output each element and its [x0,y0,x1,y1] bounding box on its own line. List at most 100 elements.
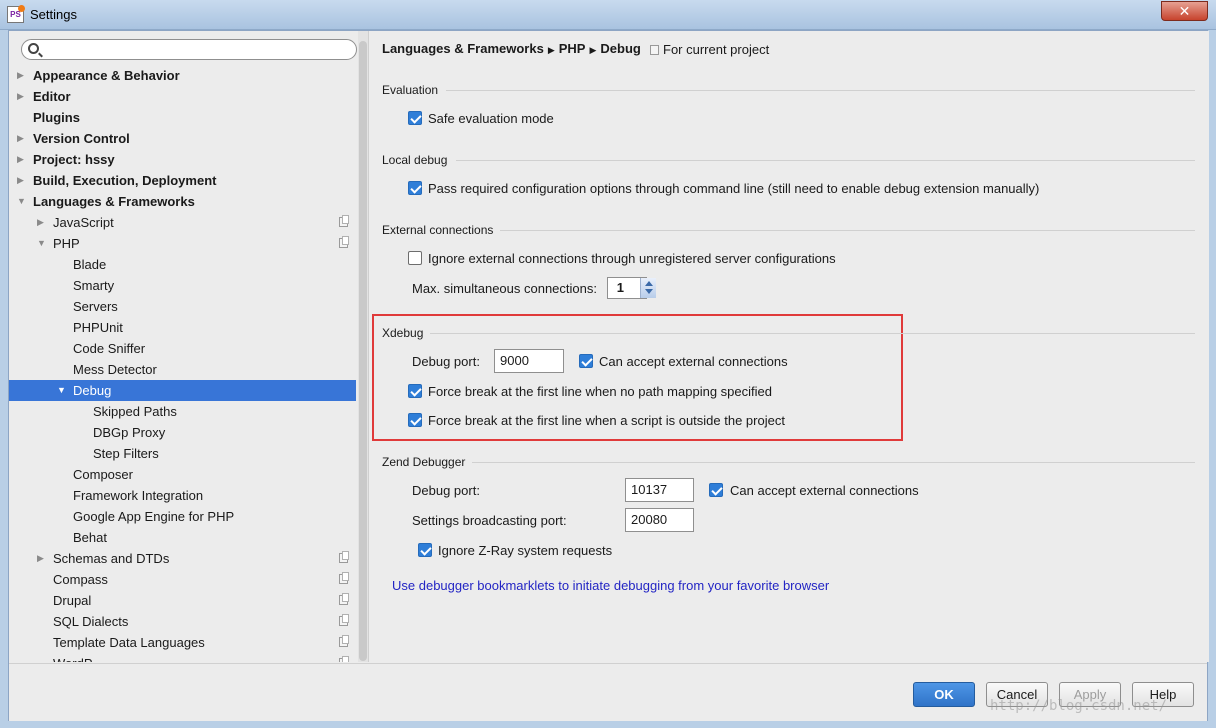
tree-item[interactable]: Blade [9,254,356,275]
xdebug-port-input[interactable]: 9000 [494,349,564,373]
tree-item[interactable]: Compass [9,569,356,590]
debug-settings-panel: Languages & Frameworks ▶ PHP ▶ Debug For cur… [370,31,1209,662]
spinner-arrows-icon[interactable] [640,278,656,298]
close-button[interactable]: ✕ [1161,1,1208,21]
ok-button[interactable]: OK [913,682,975,707]
ignore-external-checkbox[interactable] [408,251,422,265]
tree-item[interactable]: Google App Engine for PHP [9,506,356,527]
tree-item[interactable]: Template Data Languages [9,632,356,653]
tree-item[interactable]: Mess Detector [9,359,356,380]
zend-port-input[interactable]: 10137 [625,478,694,502]
tree-scrollbar-thumb[interactable] [359,41,367,661]
tree-item-label: Plugins [33,110,80,125]
tree-item[interactable]: Plugins [9,107,356,128]
tree-item-label: WordP [53,653,93,662]
project-scope-label: For current project [663,42,770,57]
tree-item-label: Build, Execution, Deployment [33,173,217,188]
expanded-arrow-icon[interactable]: ▼ [57,380,67,401]
collapsed-arrow-icon[interactable]: ▶ [17,149,27,170]
tree-item-label: Appearance & Behavior [33,68,180,83]
xdebug-port-label: Debug port: [412,354,480,369]
zray-label: Ignore Z-Ray system requests [438,543,613,558]
tree-item[interactable]: ▶ JavaScript [9,212,356,233]
tree-item[interactable]: ▼ PHP [9,233,356,254]
force-break-outside-checkbox[interactable] [408,413,422,427]
tree-item-label: Composer [73,467,133,482]
title-bar[interactable]: PS Settings ✕ [0,0,1216,30]
window-title: Settings [30,7,77,22]
collapsed-arrow-icon[interactable]: ▶ [17,86,27,107]
tree-item[interactable]: SQL Dialects [9,611,356,632]
project-level-icon [339,635,349,647]
bookmarklets-link[interactable]: Use debugger bookmarklets to initiate de… [392,578,829,593]
breadcrumb: Languages & Frameworks ▶ PHP ▶ Debug [382,41,641,56]
tree-item-label: Behat [73,530,107,545]
tree-item[interactable]: Drupal [9,590,356,611]
tree-item-label: PHP [53,236,80,251]
zend-accept-checkbox[interactable] [709,483,723,497]
evaluation-title: Evaluation [382,83,439,97]
broadcast-port-input[interactable]: 20080 [625,508,694,532]
tree-item[interactable]: Code Sniffer [9,338,356,359]
tree-item-label: Framework Integration [73,488,204,503]
project-level-icon [339,593,349,605]
tree-item[interactable]: WordP [9,653,356,662]
breadcrumb-separator: ▶ [547,45,555,55]
divider [430,333,1195,334]
watermark: http://blog.csdn.net/ [990,698,1168,714]
tree-item-label: Schemas and DTDs [53,551,170,566]
tree-item[interactable]: Composer [9,464,356,485]
safe-evaluation-label: Safe evaluation mode [428,111,554,126]
local-debug-title: Local debug [382,153,448,167]
tree-item[interactable]: ▼ Debug [9,380,356,401]
tree-item[interactable]: Servers [9,296,356,317]
tree-item[interactable]: Step Filters [9,443,356,464]
xdebug-title: Xdebug [382,326,424,340]
collapsed-arrow-icon[interactable]: ▶ [37,548,47,569]
tree-item[interactable]: Behat [9,527,356,548]
tree-item[interactable]: Smarty [9,275,356,296]
tree-item-label: Mess Detector [73,362,157,377]
tree-item[interactable]: Skipped Paths [9,401,356,422]
collapsed-arrow-icon[interactable]: ▶ [37,212,47,233]
tree-item[interactable]: ▶ Build, Execution, Deployment [9,170,356,191]
tree-item[interactable]: Framework Integration [9,485,356,506]
tree-item-label: Blade [73,257,107,272]
divider [456,160,1195,161]
tree-item[interactable]: ▼ Languages & Frameworks [9,191,356,212]
collapsed-arrow-icon[interactable]: ▶ [17,65,27,86]
expanded-arrow-icon[interactable]: ▼ [37,233,47,254]
tree-item-label: Editor [33,89,71,104]
tree-item[interactable]: PHPUnit [9,317,356,338]
project-scope-icon [650,45,659,55]
tree-item[interactable]: ▶ Version Control [9,128,356,149]
search-box[interactable] [21,39,357,60]
collapsed-arrow-icon[interactable]: ▶ [17,128,27,149]
breadcrumb-debug: Debug [600,41,641,56]
divider [446,90,1195,91]
tree-item[interactable]: ▶ Schemas and DTDs [9,548,356,569]
zray-checkbox[interactable] [418,543,432,557]
tree-item[interactable]: ▶ Appearance & Behavior [9,65,356,86]
max-connections-label: Max. simultaneous connections: [412,281,597,296]
settings-tree-panel: ▶ Appearance & Behavior ▶ Editor Plugins ▶ Ver… [9,31,369,662]
tree-item-label: Servers [73,299,118,314]
pass-options-checkbox[interactable] [408,181,422,195]
xdebug-accept-checkbox[interactable] [579,354,593,368]
settings-tree: ▶ Appearance & Behavior ▶ Editor Plugins ▶ Ver… [9,65,356,662]
tree-item-label: Version Control [33,131,130,146]
tree-item-label: Template Data Languages [53,635,205,650]
collapsed-arrow-icon[interactable]: ▶ [17,170,27,191]
search-input[interactable] [44,41,344,58]
tree-item[interactable]: DBGp Proxy [9,422,356,443]
safe-evaluation-checkbox[interactable] [408,111,422,125]
tree-item[interactable]: ▶ Editor [9,86,356,107]
expanded-arrow-icon[interactable]: ▼ [17,191,27,212]
force-break-outside-label: Force break at the first line when a scr… [428,413,785,428]
xdebug-accept-label: Can accept external connections [599,354,788,369]
tree-item-label: Smarty [73,278,115,293]
tree-item[interactable]: ▶ Project: hssy [9,149,356,170]
tree-item-label: Skipped Paths [93,404,177,419]
divider [500,230,1195,231]
force-break-no-mapping-checkbox[interactable] [408,384,422,398]
